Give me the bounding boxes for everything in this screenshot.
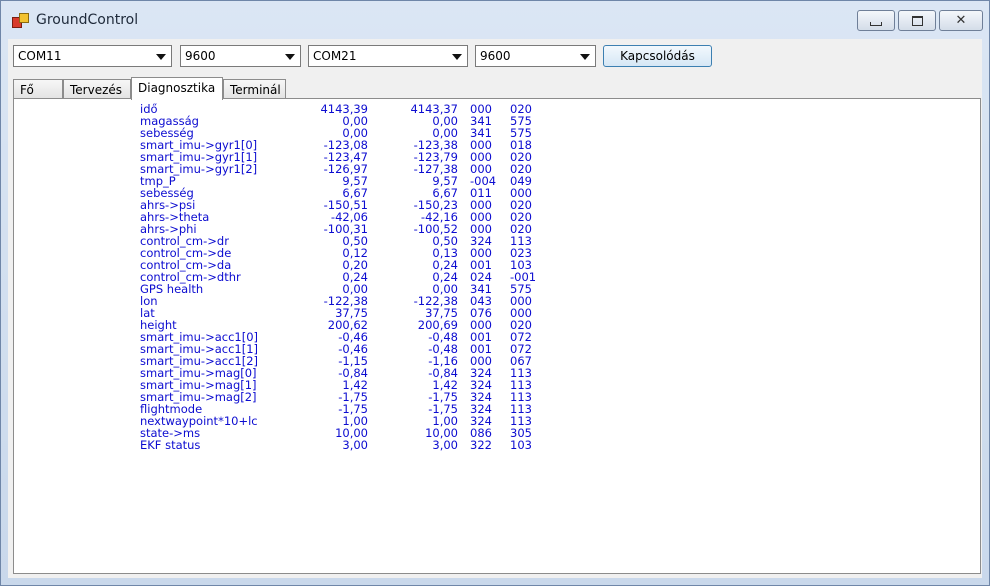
port1-select[interactable]: COM11: [13, 45, 172, 67]
maximize-icon: [911, 15, 923, 26]
close-button[interactable]: ✕: [939, 10, 983, 31]
chevron-down-icon: [580, 54, 590, 60]
port1-value: COM11: [18, 49, 62, 63]
chevron-down-icon: [452, 54, 462, 60]
port2-select[interactable]: COM21: [308, 45, 468, 67]
tab-diagnostics[interactable]: Diagnosztika: [131, 77, 223, 100]
connect-button[interactable]: Kapcsolódás: [603, 45, 712, 67]
diagnostic-value-1: 3,00: [342, 438, 368, 452]
minimize-button[interactable]: [857, 10, 895, 31]
chevron-down-icon: [156, 54, 166, 60]
baud2-value: 9600: [480, 49, 511, 63]
diagnostic-name: EKF status: [140, 438, 201, 452]
app-icon: [12, 13, 29, 28]
window-title: GroundControl: [36, 12, 139, 28]
title-bar[interactable]: GroundControl ✕: [1, 1, 989, 39]
baud2-select[interactable]: 9600: [475, 45, 596, 67]
diagnostics-panel: idő 4143,39 4143,37 000 020 magasság 0,00 0,00 3…: [13, 98, 981, 574]
close-icon: ✕: [955, 13, 967, 28]
chevron-down-icon: [285, 54, 295, 60]
tab-planning[interactable]: Tervezés: [63, 79, 131, 99]
maximize-button[interactable]: [898, 10, 936, 31]
diagnostic-code-b: 103: [510, 438, 532, 452]
diagnostic-value-2: 3,00: [432, 438, 458, 452]
baud1-select[interactable]: 9600: [180, 45, 301, 67]
port2-value: COM21: [313, 49, 357, 63]
tab-terminal[interactable]: Terminál: [223, 79, 286, 99]
minimize-icon: [870, 21, 882, 26]
app-window: GroundControl ✕ COM11 9600 COM21 9600 Ka…: [0, 0, 990, 586]
client-area: COM11 9600 COM21 9600 Kapcsolódás Fő Ter…: [8, 39, 982, 578]
diagnostic-code-a: 322: [470, 438, 492, 452]
tab-main[interactable]: Fő: [13, 79, 63, 99]
baud1-value: 9600: [185, 49, 216, 63]
